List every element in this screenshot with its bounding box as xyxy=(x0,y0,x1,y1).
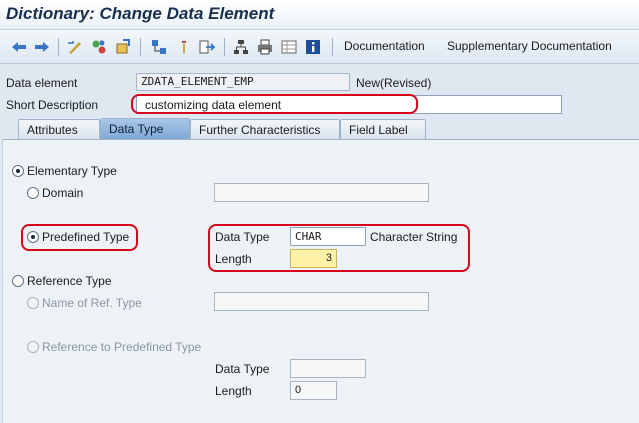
name-of-ref-type-label: Name of Ref. Type xyxy=(42,296,142,310)
highlight-data-type-length xyxy=(208,224,470,272)
ref-data-type-label: Data Type xyxy=(215,362,270,376)
supplementary-documentation-button[interactable]: Supplementary Documentation xyxy=(447,39,612,53)
reference-predefined-radio[interactable] xyxy=(27,341,39,353)
domain-field[interactable] xyxy=(214,183,429,202)
domain-label: Domain xyxy=(42,186,84,200)
name-of-ref-type-field[interactable] xyxy=(214,292,429,311)
navigation-icon[interactable] xyxy=(198,38,216,56)
activate-icon[interactable] xyxy=(114,38,132,56)
documentation-button[interactable]: Documentation xyxy=(344,39,425,53)
toolbar-separator xyxy=(224,38,225,56)
display-layout-icon[interactable] xyxy=(280,38,298,56)
tab-attributes[interactable]: Attributes xyxy=(18,119,100,139)
status-text: New(Revised) xyxy=(356,76,432,90)
toolbar-separator xyxy=(332,38,333,56)
display-change-icon[interactable] xyxy=(66,38,84,56)
ref-length-label: Length xyxy=(215,384,252,398)
other-object-icon[interactable] xyxy=(90,38,108,56)
forward-arrow-icon[interactable] xyxy=(33,38,51,56)
domain-radio[interactable] xyxy=(27,187,39,199)
hierarchy-icon[interactable] xyxy=(232,38,250,56)
tab-further-characteristics[interactable]: Further Characteristics xyxy=(190,119,340,139)
data-element-field: ZDATA_ELEMENT_EMP xyxy=(136,73,350,91)
highlight-short-description xyxy=(131,94,418,114)
toolbar-separator xyxy=(140,38,141,56)
toolbar-separator xyxy=(58,38,59,56)
application-toolbar: Documentation Supplementary Documentatio… xyxy=(0,30,639,64)
tab-data-type[interactable]: Data Type xyxy=(100,118,190,139)
where-used-icon[interactable] xyxy=(150,38,168,56)
object-list-icon[interactable] xyxy=(175,38,193,56)
highlight-predefined-type xyxy=(21,224,138,251)
ref-length-field[interactable]: 0 xyxy=(290,381,337,400)
title-bar: Dictionary: Change Data Element xyxy=(0,0,639,30)
back-arrow-icon[interactable] xyxy=(10,38,28,56)
print-icon[interactable] xyxy=(256,38,274,56)
data-element-label: Data element xyxy=(6,76,78,90)
info-icon[interactable] xyxy=(304,38,322,56)
reference-type-radio[interactable] xyxy=(12,275,24,287)
elementary-type-radio[interactable] xyxy=(12,165,24,177)
ref-data-type-field[interactable] xyxy=(290,359,366,378)
reference-type-label: Reference Type xyxy=(27,274,112,288)
name-of-ref-type-radio[interactable] xyxy=(27,297,39,309)
window-title: Dictionary: Change Data Element xyxy=(6,4,275,23)
elementary-type-label: Elementary Type xyxy=(27,164,117,178)
tab-field-label[interactable]: Field Label xyxy=(340,119,426,139)
reference-predefined-label: Reference to Predefined Type xyxy=(42,340,202,354)
short-description-label: Short Description xyxy=(6,98,99,112)
radio-selected-dot xyxy=(16,169,20,173)
